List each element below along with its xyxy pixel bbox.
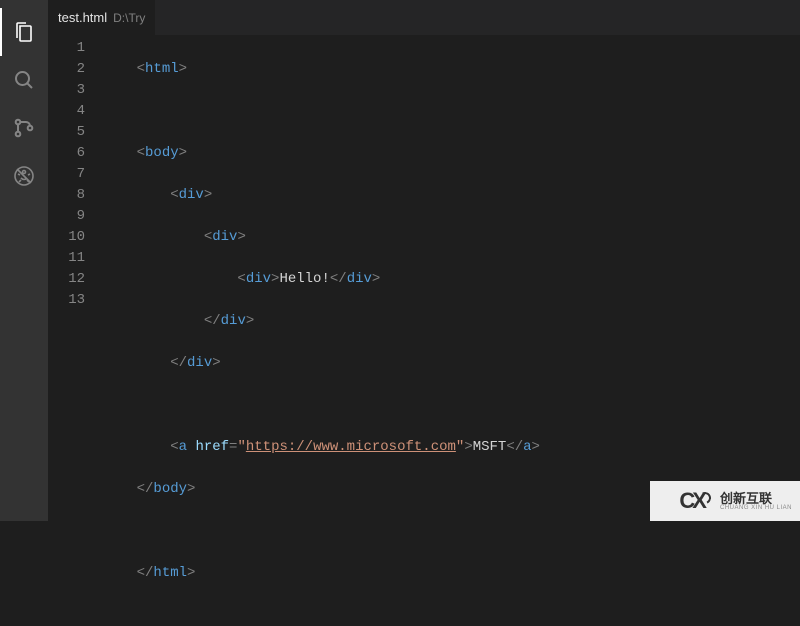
- line-number: 7: [48, 164, 85, 185]
- watermark-title: 创新互联: [720, 492, 792, 505]
- line-number: 11: [48, 248, 85, 269]
- tab-filepath: D:\Try: [113, 11, 145, 25]
- code-text[interactable]: <html> <body> <div> <div> <div>Hello!</d…: [103, 35, 800, 480]
- code-area[interactable]: 1 2 3 4 5 6 7 8 9 10 11 12 13 <html> <bo…: [48, 35, 800, 480]
- href-url[interactable]: https://www.microsoft.com: [246, 439, 456, 455]
- activity-bar: [0, 0, 48, 521]
- line-number: 10: [48, 227, 85, 248]
- line-number: 3: [48, 80, 85, 101]
- search-icon[interactable]: [0, 56, 48, 104]
- line-number: 1: [48, 38, 85, 59]
- logo-icon: CX: [679, 488, 704, 514]
- debug-icon[interactable]: [0, 152, 48, 200]
- watermark-logo: CX 创新互联 CHUANG XIN HU LIAN: [650, 481, 800, 521]
- tab-test-html[interactable]: test.html D:\Try: [48, 0, 155, 35]
- tab-bar: test.html D:\Try: [48, 0, 800, 35]
- line-number: 5: [48, 122, 85, 143]
- line-number: 2: [48, 59, 85, 80]
- watermark-subtitle: CHUANG XIN HU LIAN: [720, 505, 792, 511]
- explorer-icon[interactable]: [0, 8, 48, 56]
- line-number: 9: [48, 206, 85, 227]
- source-control-icon[interactable]: [0, 104, 48, 152]
- tab-filename: test.html: [58, 10, 107, 25]
- line-number: 12: [48, 269, 85, 290]
- line-number: 6: [48, 143, 85, 164]
- line-number-gutter: 1 2 3 4 5 6 7 8 9 10 11 12 13: [48, 35, 103, 480]
- line-number: 13: [48, 290, 85, 311]
- line-number: 8: [48, 185, 85, 206]
- line-number: 4: [48, 101, 85, 122]
- editor-pane: test.html D:\Try 1 2 3 4 5 6 7 8 9 10 11…: [48, 0, 800, 480]
